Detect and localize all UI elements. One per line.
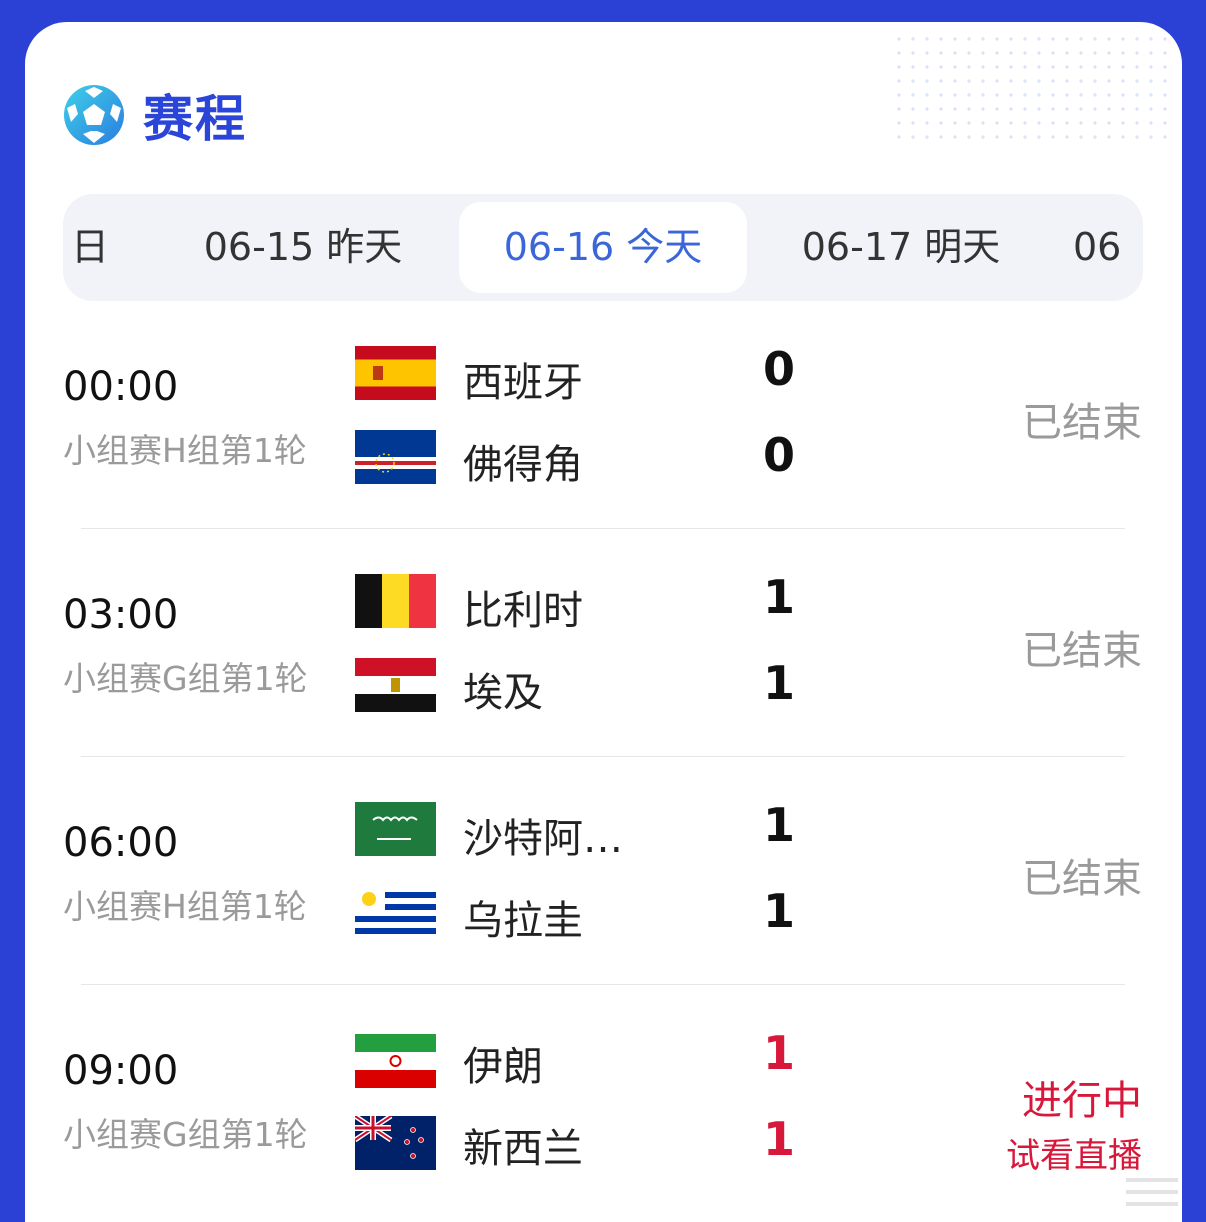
header: 赛程 [63, 80, 247, 150]
home-team: 比利时 [463, 588, 583, 634]
match-row[interactable]: 09:00 小组赛G组第1轮 伊朗 1 新西兰 1 进行中 试看直播 [25, 1004, 1182, 1222]
away-team: 佛得角 [463, 442, 583, 488]
spain-flag-icon [355, 346, 436, 400]
away-score: 0 [763, 428, 796, 482]
divider [81, 528, 1125, 529]
away-team: 新西兰 [463, 1126, 583, 1172]
home-score: 0 [763, 342, 796, 396]
match-stage: 小组赛G组第1轮 [63, 1115, 308, 1154]
page-title: 赛程 [143, 90, 247, 148]
date-tabs: 日 06-15 昨天 06-16 今天 06-17 明天 06 [63, 194, 1143, 301]
tab-next[interactable]: 06 [1073, 202, 1143, 293]
belgium-flag-icon [355, 574, 436, 628]
match-status: 已结束 [1022, 400, 1142, 446]
tab-tomorrow[interactable]: 06-17 明天 [771, 202, 1031, 293]
home-team: 沙特阿… [463, 816, 623, 862]
match-status: 已结束 [1022, 628, 1142, 674]
dot-pattern-decoration [892, 32, 1172, 142]
tab-previous-day[interactable]: 日 [63, 202, 145, 293]
match-status: 进行中 [1022, 1078, 1142, 1124]
home-score: 1 [763, 1026, 796, 1080]
match-time: 06:00 [63, 820, 179, 866]
schedule-card: 赛程 日 06-15 昨天 06-16 今天 06-17 明天 06 00:00… [25, 22, 1182, 1222]
saudi-arabia-flag-icon [355, 802, 436, 856]
away-score: 1 [763, 884, 796, 938]
away-team: 埃及 [463, 670, 543, 716]
match-row[interactable]: 03:00 小组赛G组第1轮 比利时 1 埃及 1 已结束 [25, 548, 1182, 776]
egypt-flag-icon [355, 658, 436, 712]
divider [81, 984, 1125, 985]
home-score: 1 [763, 798, 796, 852]
home-team: 西班牙 [463, 360, 583, 406]
tab-today[interactable]: 06-16 今天 [459, 202, 747, 293]
home-score: 1 [763, 570, 796, 624]
away-score: 1 [763, 1112, 796, 1166]
away-score: 1 [763, 656, 796, 710]
more-lines-icon [1126, 1178, 1178, 1206]
match-time: 09:00 [63, 1048, 179, 1094]
football-icon [64, 85, 124, 145]
iran-flag-icon [355, 1034, 436, 1088]
home-team: 伊朗 [463, 1044, 543, 1090]
away-team: 乌拉圭 [463, 898, 583, 944]
match-row[interactable]: 00:00 小组赛H组第1轮 西班牙 0 佛得角 0 已结束 [25, 320, 1182, 548]
match-stage: 小组赛H组第1轮 [63, 887, 307, 926]
divider [81, 756, 1125, 757]
match-time: 00:00 [63, 364, 179, 410]
new-zealand-flag-icon [355, 1116, 436, 1170]
match-row[interactable]: 06:00 小组赛H组第1轮 沙特阿… 1 乌拉圭 1 已结束 [25, 776, 1182, 1004]
uruguay-flag-icon [355, 886, 436, 940]
match-stage: 小组赛G组第1轮 [63, 659, 308, 698]
match-time: 03:00 [63, 592, 179, 638]
tab-yesterday[interactable]: 06-15 昨天 [173, 202, 433, 293]
cape-verde-flag-icon [355, 430, 436, 484]
match-stage: 小组赛H组第1轮 [63, 431, 307, 470]
match-status: 已结束 [1022, 856, 1142, 902]
